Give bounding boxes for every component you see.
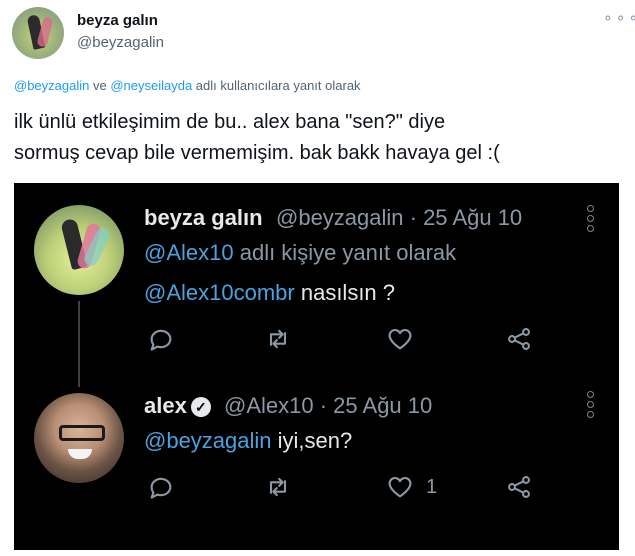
like-icon	[388, 328, 412, 350]
reply-icon	[150, 329, 172, 351]
author-name[interactable]: beyza galın	[77, 12, 158, 29]
screenshot-avatar-alex	[34, 393, 124, 483]
screenshot-mention-2: @beyzagalin	[144, 428, 272, 453]
screenshot-reply-context-1: @Alex10 adlı kişiye yanıt olarak	[144, 240, 456, 266]
thread-connector-line	[78, 301, 80, 387]
author-avatar[interactable]	[12, 7, 64, 59]
screenshot-tweet-text-2: @beyzagalin iyi,sen?	[144, 428, 352, 454]
screenshot-text-2: iyi,sen?	[271, 428, 353, 453]
screenshot-reply-mention: @Alex10	[144, 240, 234, 265]
screenshot-meta-2: @Alex10 · 25 Ağu 10	[224, 393, 433, 418]
avatar-smile	[68, 449, 92, 459]
share-icon	[508, 476, 530, 498]
screenshot-more-icon-1	[587, 205, 594, 235]
screenshot-author-name-1: beyza galın	[144, 205, 263, 230]
author-handle[interactable]: @beyzagalin	[77, 34, 164, 51]
retweet-icon	[269, 329, 287, 349]
like-icon	[388, 476, 412, 498]
more-options-icon[interactable]: ⚬⚬⚬	[602, 10, 635, 27]
screenshot-avatar-beyza	[34, 205, 124, 295]
embedded-screenshot[interactable]: beyza galın @beyzagalin · 25 Ağu 10 @Ale…	[14, 183, 619, 550]
tweet-text-line-2: sormuş cevap bile vermemişim. bak bakk h…	[14, 142, 500, 164]
reply-connector: ve	[89, 78, 111, 93]
share-icon	[508, 328, 530, 350]
retweet-icon	[269, 477, 287, 497]
reply-mention-2[interactable]: @neyseilayda	[110, 78, 192, 93]
reply-icon	[150, 477, 172, 499]
reply-context: @beyzagalin ve @neyseilayda adlı kullanı…	[14, 78, 361, 93]
tweet-text: ilk ünlü etkileşimim de bu.. alex bana "…	[14, 107, 614, 169]
screenshot-more-icon-2	[587, 391, 594, 421]
verified-badge-icon: ✓	[190, 397, 211, 417]
screenshot-reply-suffix: adlı kişiye yanıt olarak	[233, 240, 457, 265]
like-count: 1	[426, 476, 438, 498]
reply-suffix: adlı kullanıcılara yanıt olarak	[192, 78, 361, 93]
screenshot-text-1: nasılsın ?	[294, 280, 396, 305]
screenshot-meta-1: @beyzagalin · 25 Ağu 10	[276, 205, 523, 230]
reply-mention-1[interactable]: @beyzagalin	[14, 78, 89, 93]
screenshot-mention-1: @Alex10combr	[144, 280, 295, 305]
screenshot-tweet-text-1: @Alex10combr nasılsın ?	[144, 280, 395, 306]
screenshot-author-name-2: alex ✓	[144, 393, 211, 419]
tweet-text-line-1: ilk ünlü etkileşimim de bu.. alex bana "…	[14, 111, 446, 133]
avatar-glasses	[59, 425, 105, 441]
